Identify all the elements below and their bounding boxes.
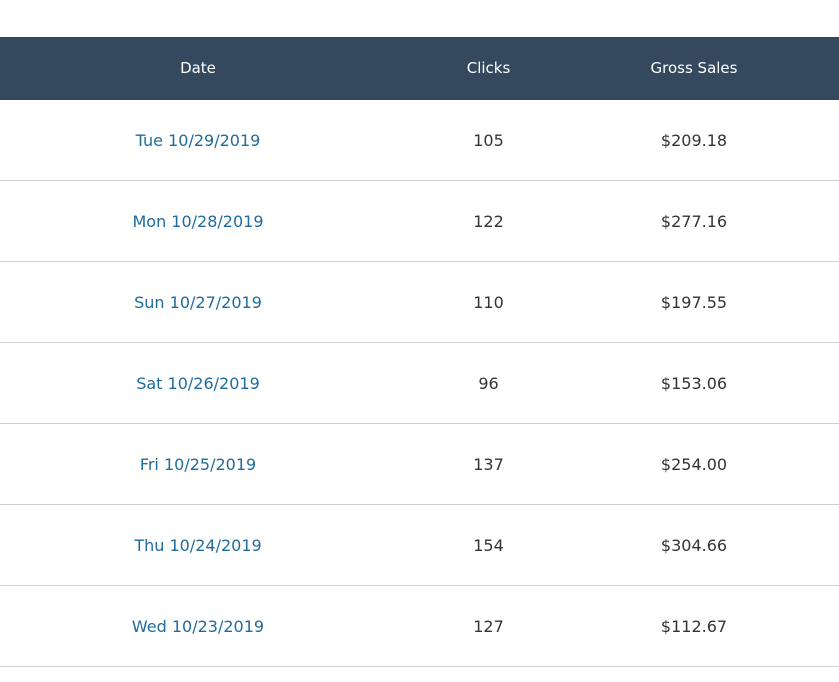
date-cell: Sat 10/26/2019 bbox=[0, 343, 396, 423]
date-link[interactable]: Tue 10/29/2019 bbox=[136, 131, 261, 150]
clicks-cell: 127 bbox=[473, 616, 504, 636]
clicks-cell: 122 bbox=[473, 211, 504, 231]
date-cell: Wed 10/23/2019 bbox=[0, 586, 396, 666]
table-row: Sun 10/27/2019 110 $197.55 bbox=[0, 262, 839, 343]
date-link[interactable]: Fri 10/25/2019 bbox=[140, 455, 256, 474]
date-link[interactable]: Mon 10/28/2019 bbox=[132, 212, 263, 231]
gross-sales-cell: $209.18 bbox=[660, 130, 728, 150]
gross-sales-cell: $197.55 bbox=[660, 292, 728, 312]
clicks-cell: 105 bbox=[473, 130, 504, 150]
clicks-cell: 137 bbox=[473, 454, 504, 474]
date-cell: Sun 10/27/2019 bbox=[0, 262, 396, 342]
column-header-clicks[interactable]: Clicks bbox=[396, 37, 581, 100]
clicks-cell: 110 bbox=[473, 292, 504, 312]
table-row: Tue 10/29/2019 105 $209.18 bbox=[0, 100, 839, 181]
clicks-cell: 154 bbox=[473, 535, 504, 555]
gross-sales-cell: $112.67 bbox=[660, 616, 728, 636]
date-link[interactable]: Thu 10/24/2019 bbox=[134, 536, 261, 555]
clicks-cell: 96 bbox=[478, 373, 499, 393]
table-row: Fri 10/25/2019 137 $254.00 bbox=[0, 424, 839, 505]
column-header-gross-sales[interactable]: Gross Sales bbox=[581, 37, 807, 100]
stats-table: Date Clicks Gross Sales Tue 10/29/2019 1… bbox=[0, 37, 839, 667]
date-cell: Fri 10/25/2019 bbox=[0, 424, 396, 504]
table-row: Wed 10/23/2019 127 $112.67 bbox=[0, 586, 839, 667]
gross-sales-cell: $153.06 bbox=[660, 373, 728, 393]
column-header-date[interactable]: Date bbox=[0, 37, 396, 100]
table-row: Mon 10/28/2019 122 $277.16 bbox=[0, 181, 839, 262]
table-header: Date Clicks Gross Sales bbox=[0, 37, 839, 100]
date-link[interactable]: Wed 10/23/2019 bbox=[132, 617, 264, 636]
gross-sales-cell: $277.16 bbox=[660, 211, 728, 231]
date-link[interactable]: Sun 10/27/2019 bbox=[134, 293, 262, 312]
gross-sales-cell: $304.66 bbox=[660, 535, 728, 555]
date-cell: Tue 10/29/2019 bbox=[0, 100, 396, 180]
gross-sales-cell: $254.00 bbox=[660, 454, 728, 474]
date-cell: Mon 10/28/2019 bbox=[0, 181, 396, 261]
date-cell: Thu 10/24/2019 bbox=[0, 505, 396, 585]
date-link[interactable]: Sat 10/26/2019 bbox=[136, 374, 260, 393]
table-row: Sat 10/26/2019 96 $153.06 bbox=[0, 343, 839, 424]
table-row: Thu 10/24/2019 154 $304.66 bbox=[0, 505, 839, 586]
